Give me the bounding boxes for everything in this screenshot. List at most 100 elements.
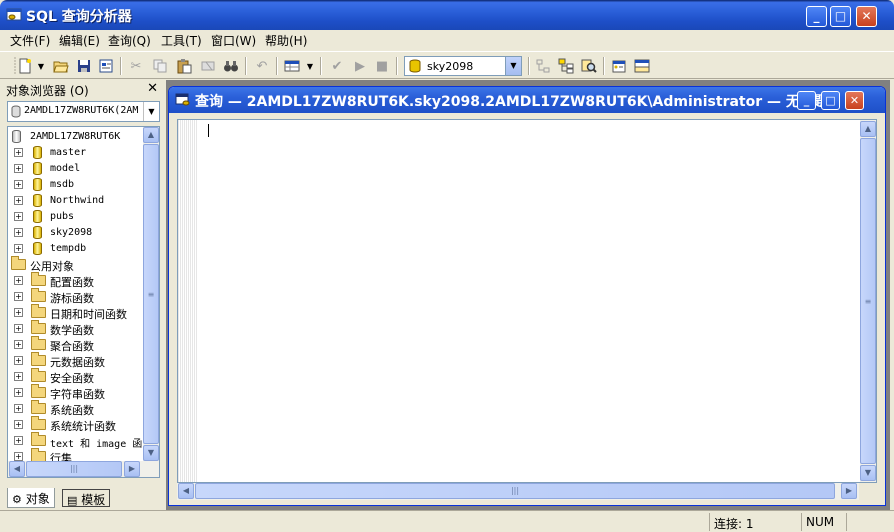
results-dropdown-arrow[interactable]: ▼ [305,57,315,75]
text-caret [208,124,209,137]
execute-query-button[interactable]: ▶ [351,57,369,75]
object-browser-toggle-button[interactable] [557,57,575,75]
expand-icon[interactable]: + [14,292,23,301]
expand-icon[interactable]: + [14,164,23,173]
tab-objects[interactable]: ⚙ 对象 [7,488,55,508]
parse-query-button[interactable]: ✔ [328,57,346,75]
query-close-button[interactable]: ✕ [845,91,864,110]
expand-icon[interactable]: + [14,404,23,413]
new-query-button[interactable] [16,57,34,75]
grid-results-icon [284,60,300,72]
expand-icon[interactable]: + [14,148,23,157]
expand-icon[interactable]: + [14,212,23,221]
tab-templates[interactable]: ▤ 模板 [62,489,111,507]
menu-window[interactable]: 窗口(W) [211,32,256,49]
expand-icon[interactable]: + [14,228,23,237]
query-window-title-bar[interactable]: 查询 — 2AMDL17ZW8RUT6K.sky2098.2AMDL17ZW8R… [169,87,885,113]
save-button[interactable] [75,57,93,75]
expand-icon[interactable]: + [14,244,23,253]
templates-tab-icon: ▤ [67,494,78,507]
scroll-left-icon[interactable]: ◀ [178,483,194,499]
database-icon [33,194,42,207]
minimize-icon: _ [813,9,820,23]
server-select-value: 2AMDL17ZW8RUT6K(2AM [24,105,139,116]
expand-icon[interactable]: + [14,420,23,429]
expand-icon[interactable]: + [14,324,23,333]
cut-button[interactable]: ✂ [127,57,145,75]
menu-edit[interactable]: 编辑(E) [59,32,100,49]
scroll-right-icon[interactable]: ▶ [841,483,857,499]
editor-vertical-scrollbar[interactable]: ▲ ≡ ▼ [860,120,876,482]
menu-bar: 文件(F) 编辑(E) 查询(Q) 工具(T) 窗口(W) 帮助(H) [0,30,894,50]
scroll-up-icon[interactable]: ▲ [860,121,876,137]
server-select[interactable]: 2AMDL17ZW8RUT6K(2AM ▼ [7,101,160,122]
database-icon [409,59,421,73]
expand-icon[interactable]: + [14,196,23,205]
object-tree-icon [558,58,574,74]
show-results-pane-button[interactable] [633,57,651,75]
scroll-thumb[interactable]: ≡ [860,138,876,464]
object-browser-title: 对象浏览器 (O) [6,84,89,98]
scroll-right-icon[interactable]: ▶ [124,461,140,477]
properties-icon [612,60,626,73]
results-mode-button[interactable] [283,57,301,75]
expand-icon[interactable]: + [14,436,23,445]
scroll-thumb[interactable]: ||| [195,483,835,499]
tree-horizontal-scrollbar[interactable]: ◀ ||| ▶ [8,461,159,477]
close-icon[interactable]: ✕ [147,81,158,96]
current-connection-properties-button[interactable] [610,57,628,75]
find-button[interactable] [222,57,240,75]
execution-plan-icon [536,59,550,73]
tree-vertical-scrollbar[interactable]: ▲ ≡ ▼ [143,127,159,461]
menu-tools[interactable]: 工具(T) [161,32,202,49]
expand-icon[interactable]: + [14,356,23,365]
undo-button[interactable]: ↶ [253,57,271,75]
paste-button[interactable] [175,57,193,75]
display-plan-button[interactable] [534,57,552,75]
new-document-icon [19,58,31,74]
status-empty-cell [846,513,890,531]
menu-file[interactable]: 文件(F) [10,32,50,49]
query-editor[interactable]: ▲ ≡ ▼ [177,119,877,483]
object-search-button[interactable] [580,57,598,75]
database-icon [33,226,42,239]
tree-node-label: 元数据函数 [50,356,105,369]
scroll-thumb[interactable]: ≡ [143,144,159,444]
query-minimize-button[interactable]: _ [797,91,816,110]
expand-icon[interactable]: + [14,452,23,461]
cancel-query-button[interactable]: ■ [373,57,391,75]
expand-icon[interactable]: + [14,308,23,317]
minimize-button[interactable]: _ [806,6,827,27]
chevron-down-icon[interactable]: ▼ [143,102,159,121]
expand-icon[interactable]: + [14,276,23,285]
close-button[interactable]: ✕ [856,6,877,27]
scroll-down-icon[interactable]: ▼ [143,445,159,461]
menu-query[interactable]: 查询(Q) [108,32,151,49]
expand-icon[interactable]: + [14,340,23,349]
app-title-bar[interactable]: SQL 查询分析器 _ □ ✕ [0,0,894,30]
server-icon [11,105,21,118]
expand-icon[interactable]: + [14,180,23,189]
expand-icon[interactable]: + [14,388,23,397]
expand-icon[interactable]: + [14,372,23,381]
maximize-button[interactable]: □ [830,6,851,27]
new-dropdown-arrow[interactable]: ▼ [36,57,46,75]
database-icon [33,242,42,255]
scroll-up-icon[interactable]: ▲ [143,127,159,143]
menu-help[interactable]: 帮助(H) [265,32,307,49]
database-select[interactable]: sky2098 ▼ [404,56,522,76]
clear-window-button[interactable] [199,57,217,75]
toolbar-separator [320,57,322,75]
database-select-value: sky2098 [427,60,474,73]
query-maximize-button[interactable]: □ [821,91,840,110]
query-window: 查询 — 2AMDL17ZW8RUT6K.sky2098.2AMDL17ZW8R… [168,86,886,506]
open-button[interactable] [52,57,70,75]
editor-horizontal-scrollbar[interactable]: ◀ ||| ▶ [177,483,859,500]
insert-template-button[interactable] [97,57,115,75]
scroll-thumb[interactable]: ||| [26,461,122,477]
chevron-down-icon[interactable]: ▼ [505,57,521,75]
scroll-left-icon[interactable]: ◀ [9,461,25,477]
scroll-down-icon[interactable]: ▼ [860,465,876,481]
copy-button[interactable] [151,57,169,75]
tree-node-label: sky2098 [50,227,93,238]
